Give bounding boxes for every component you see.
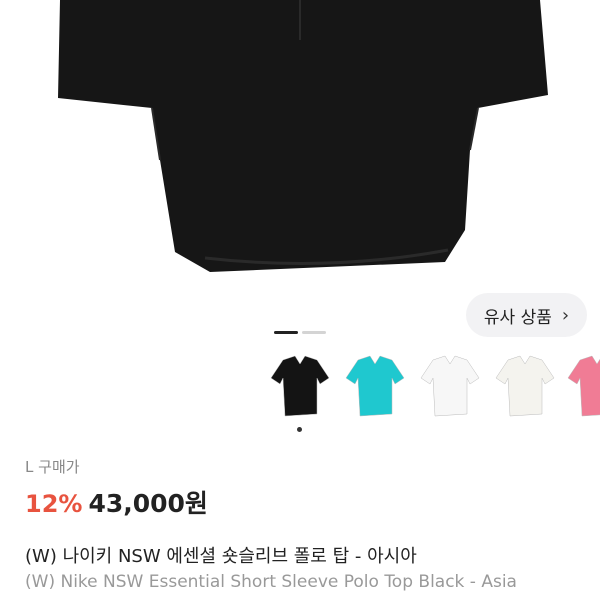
color-thumbnails [0, 352, 600, 428]
thumbnail-pink[interactable] [562, 352, 600, 426]
discount-rate: 12% [25, 490, 83, 518]
size-value: L [25, 458, 34, 476]
price-value: 43,000원 [88, 489, 208, 518]
selected-thumbnail-dot [297, 427, 302, 432]
polo-shirt-image [58, 0, 548, 272]
similar-products-button[interactable]: 유사 상품 › [466, 293, 587, 337]
size-purchase-label: L 구매가 [25, 456, 80, 477]
thumbnail-ivory[interactable] [490, 352, 560, 426]
thumbnail-black[interactable] [265, 352, 335, 426]
product-image[interactable] [0, 0, 600, 300]
thumbnail-turquoise[interactable] [340, 352, 410, 426]
thumbnail-white[interactable] [415, 352, 485, 426]
product-title-korean: (W) 나이키 NSW 에센셜 숏슬리브 폴로 탑 - 아시아 [25, 546, 417, 567]
price-row: 12% 43,000원 [25, 484, 208, 520]
pager-indicator-2[interactable] [302, 331, 326, 334]
similar-products-label: 유사 상품 [483, 307, 552, 328]
chevron-right-icon: › [561, 304, 570, 326]
product-title-english: (W) Nike NSW Essential Short Sleeve Polo… [25, 572, 517, 592]
pager-indicator-1[interactable] [274, 331, 298, 334]
purchase-price-label: 구매가 [38, 458, 80, 476]
image-pager [274, 331, 326, 334]
